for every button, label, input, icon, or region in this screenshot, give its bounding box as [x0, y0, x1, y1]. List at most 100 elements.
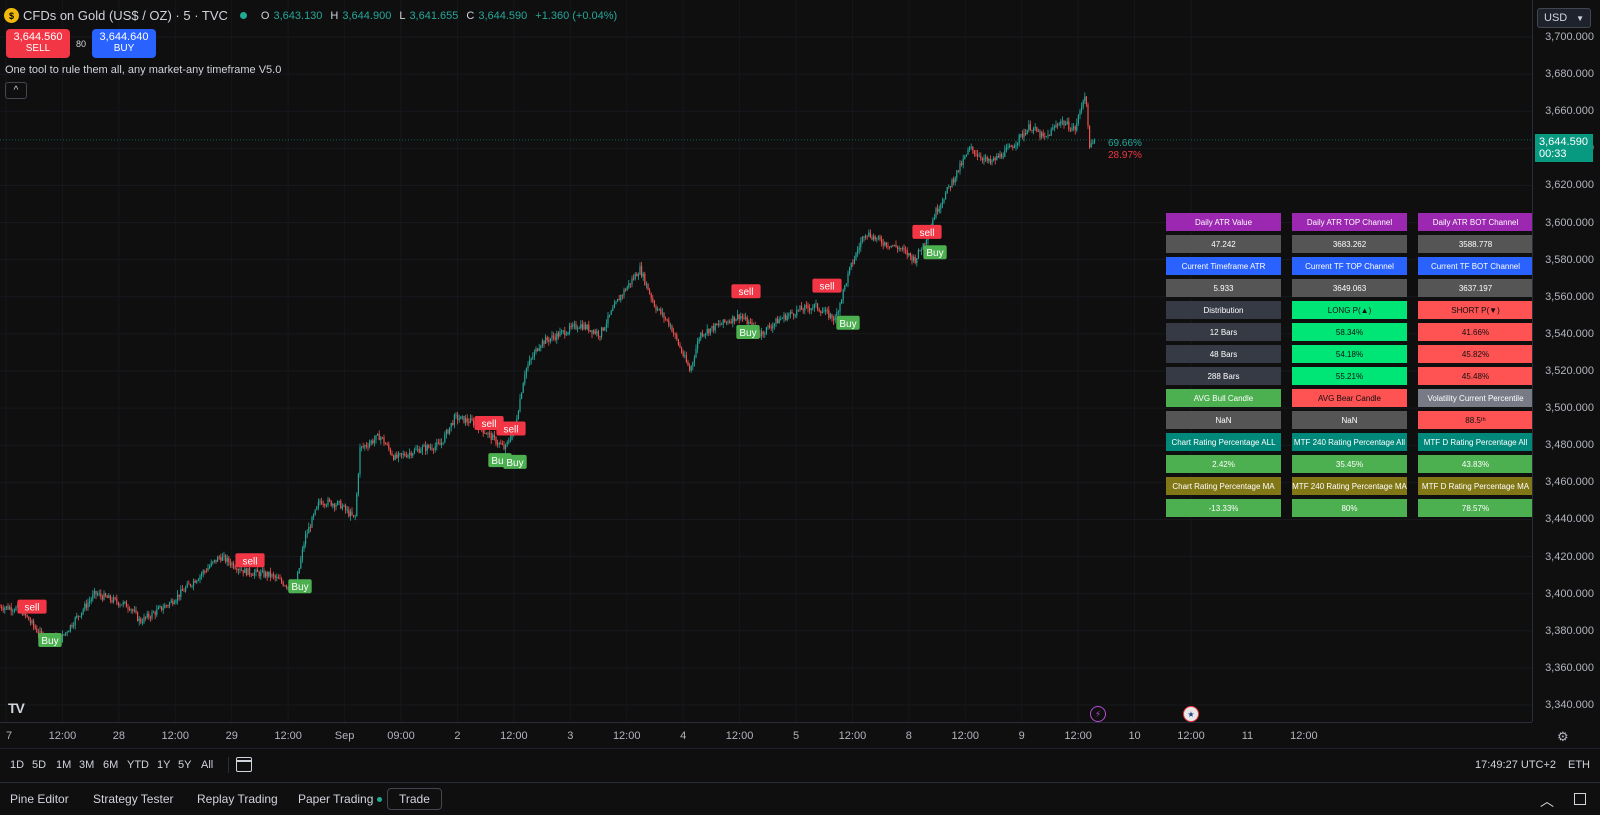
maximize-icon[interactable] [1574, 793, 1586, 805]
candle-body [956, 170, 958, 178]
range-button-1d[interactable]: 1D [10, 759, 24, 771]
candle-body [1005, 147, 1007, 150]
candle-body [473, 420, 475, 426]
candle-body [869, 232, 871, 238]
candle-body [813, 304, 815, 308]
stats-cell-r13-c2: 78.57% [1418, 499, 1533, 517]
lightning-event-icon[interactable]: ⚡ [1090, 706, 1106, 722]
sell-button[interactable]: 3,644.560 SELL [6, 29, 70, 58]
candle-body [426, 445, 428, 451]
range-button-6m[interactable]: 6M [103, 759, 118, 771]
tab-replay-trading[interactable]: Replay Trading [197, 792, 278, 806]
currency-select[interactable]: USD ▼ [1537, 8, 1591, 28]
candle-body [698, 338, 700, 342]
candle-body [1023, 133, 1025, 138]
candle-body [597, 331, 599, 337]
price-tick-label: 3,560.000 [1545, 290, 1594, 303]
candle-body [906, 250, 908, 256]
candle-body [111, 600, 113, 602]
candle-body [839, 303, 841, 312]
range-button-1y[interactable]: 1Y [157, 759, 170, 771]
time-tick-label: 10 [1128, 730, 1141, 742]
candle-body [399, 453, 401, 455]
price-tick-label: 3,580.000 [1545, 253, 1594, 266]
candle-body [637, 274, 639, 277]
candle-body [1033, 128, 1035, 131]
candle-body [252, 575, 254, 576]
candle-body [796, 309, 798, 316]
candle-body [1066, 121, 1068, 124]
candle-body [935, 208, 937, 218]
stats-cell-r11-c1: 35.45% [1292, 455, 1407, 473]
tab-strategy-tester[interactable]: Strategy Tester [93, 792, 173, 806]
indicator-title[interactable]: One tool to rule them all, any market-an… [5, 64, 281, 76]
clock-display[interactable]: 17:49:27 UTC+2 [1475, 759, 1556, 771]
time-tick-label: 11 [1241, 730, 1254, 742]
candle-body [951, 179, 953, 188]
candle-body [570, 325, 572, 327]
calendar-goto-icon[interactable] [236, 757, 252, 772]
candle-body [594, 330, 596, 334]
candle-body [143, 616, 145, 623]
candle-body [413, 449, 415, 454]
collapse-legend-button[interactable]: ^ [5, 82, 27, 99]
candle-body [329, 499, 331, 501]
candle-body [705, 333, 707, 335]
svg-text:Buy: Buy [41, 636, 58, 647]
candle-body [700, 332, 702, 339]
candle-body [149, 617, 151, 619]
range-button-all[interactable]: All [201, 759, 213, 771]
candle-body [801, 306, 803, 310]
candle-body [770, 327, 772, 329]
candle-body [237, 569, 239, 571]
range-button-3m[interactable]: 3M [79, 759, 94, 771]
candle-body [991, 160, 993, 163]
symbol-title[interactable]: CFDs on Gold (US$ / OZ) · 5 · TVC [23, 8, 228, 23]
range-button-5d[interactable]: 5D [32, 759, 46, 771]
price-tick-label: 3,520.000 [1545, 365, 1594, 377]
price-axis[interactable]: 3,700.0003,680.0003,660.0003,640.0003,62… [1532, 0, 1600, 722]
buy-label: BUY [113, 43, 135, 54]
candle-body [1047, 134, 1049, 137]
range-button-1m[interactable]: 1M [56, 759, 71, 771]
candle-body [1063, 120, 1065, 126]
candle-body [525, 368, 527, 375]
chevron-down-icon: ▼ [1576, 13, 1584, 23]
candle-body [185, 587, 187, 592]
candle-body [215, 559, 217, 562]
time-axis[interactable]: 7 12:00 28 12:00 29 12:00 Sep 09:00 2 12:00 3 12:00… [0, 722, 1532, 748]
tab-trade[interactable]: Trade [387, 788, 442, 810]
tradingview-logo[interactable]: TV [8, 700, 25, 716]
chart-legend-header: $ CFDs on Gold (US$ / OZ) · 5 · TVC O 3,6… [4, 8, 621, 23]
tab-paper-trading[interactable]: Paper Trading [298, 792, 383, 806]
candle-body [471, 418, 473, 421]
range-button-5y[interactable]: 5Y [178, 759, 191, 771]
us-flag-event-icon[interactable]: ★ [1183, 706, 1199, 722]
buy-button[interactable]: 3,644.640 BUY [92, 29, 156, 58]
candle-body [341, 506, 343, 509]
candle-body [125, 601, 127, 608]
session-toggle[interactable]: ETH [1568, 759, 1590, 771]
candle-body [762, 331, 764, 335]
candle-body [517, 411, 519, 420]
candle-body [487, 432, 489, 435]
candle-body [676, 334, 678, 340]
range-button-ytd[interactable]: YTD [127, 759, 149, 771]
candle-body [941, 202, 943, 205]
candle-body [509, 439, 511, 442]
candle-body [415, 449, 417, 451]
candle-body [421, 446, 423, 451]
tab-pine-editor[interactable]: Pine Editor [10, 792, 69, 806]
candle-body [948, 186, 950, 188]
candle-body [649, 290, 651, 294]
candle-body [173, 602, 175, 605]
axis-settings-icon[interactable]: ⚙ [1557, 729, 1569, 745]
candle-body [255, 569, 257, 573]
candle-body [338, 500, 340, 502]
buy-signal-label: Buy [836, 315, 860, 330]
chevron-up-icon[interactable]: ︿ [1540, 791, 1556, 809]
candle-body [527, 364, 529, 369]
candle-body [4, 607, 6, 611]
sell-signal-label: sell [731, 284, 761, 299]
candle-body [205, 570, 207, 572]
